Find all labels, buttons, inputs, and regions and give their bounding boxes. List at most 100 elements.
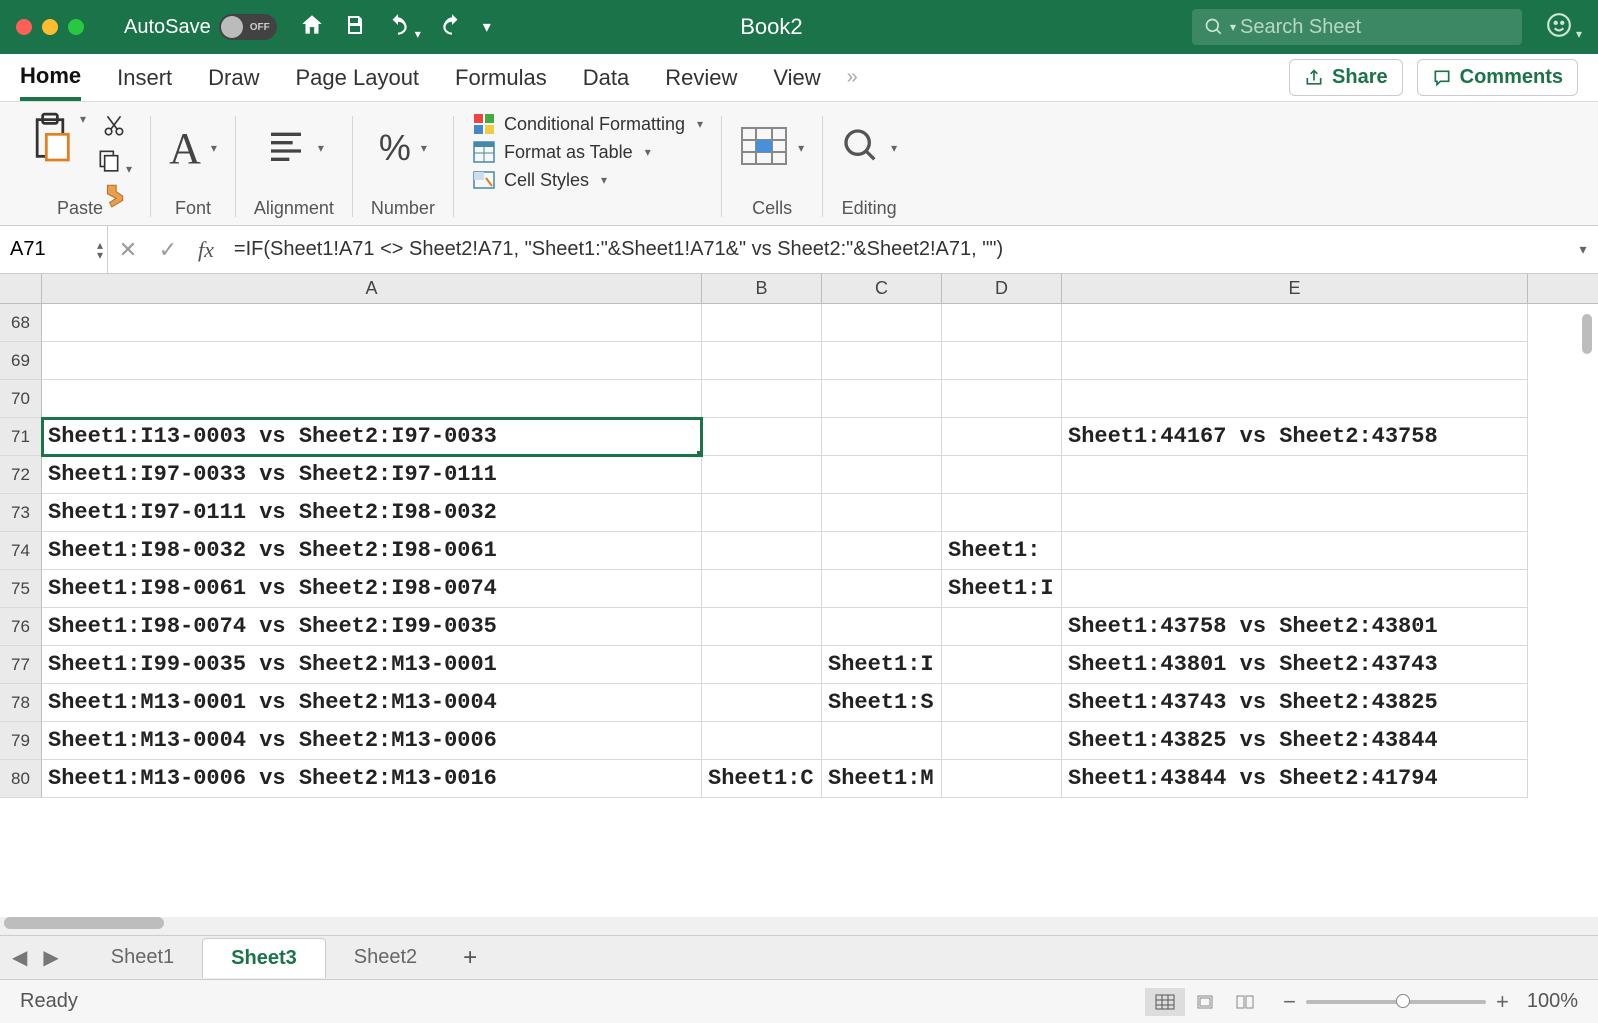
- sheet-tab-sheet2[interactable]: Sheet2: [326, 938, 445, 977]
- maximize-window-button[interactable]: [68, 19, 84, 35]
- row-header[interactable]: 69: [0, 342, 42, 380]
- cell-A71[interactable]: Sheet1:I13-0003 vs Sheet2:I97-0033: [42, 418, 702, 456]
- zoom-in-button[interactable]: +: [1496, 989, 1509, 1015]
- cell-A68[interactable]: [42, 304, 702, 342]
- cells-dropdown[interactable]: ▾: [798, 141, 804, 155]
- cell-B72[interactable]: [702, 456, 822, 494]
- tab-formulas[interactable]: Formulas: [455, 57, 547, 99]
- cell-E78[interactable]: Sheet1:43743 vs Sheet2:43825: [1062, 684, 1528, 722]
- col-header-D[interactable]: D: [942, 274, 1062, 303]
- add-sheet-button[interactable]: +: [445, 938, 495, 978]
- cell-E75[interactable]: [1062, 570, 1528, 608]
- cell-C78[interactable]: Sheet1:S: [822, 684, 942, 722]
- cell-A80[interactable]: Sheet1:M13-0006 vs Sheet2:M13-0016: [42, 760, 702, 798]
- cell-A69[interactable]: [42, 342, 702, 380]
- cell-E72[interactable]: [1062, 456, 1528, 494]
- formula-input[interactable]: =IF(Sheet1!A71 <> Sheet2!A71, "Sheet1:"&…: [224, 226, 1568, 273]
- cell-C80[interactable]: Sheet1:M: [822, 760, 942, 798]
- cell-D79[interactable]: [942, 722, 1062, 760]
- cell-A79[interactable]: Sheet1:M13-0004 vs Sheet2:M13-0006: [42, 722, 702, 760]
- editing-icon[interactable]: [841, 126, 881, 171]
- confirm-formula-button[interactable]: ✓: [148, 226, 188, 273]
- alignment-dropdown[interactable]: ▾: [318, 141, 324, 155]
- row-header[interactable]: 74: [0, 532, 42, 570]
- cell-E80[interactable]: Sheet1:43844 vs Sheet2:41794: [1062, 760, 1528, 798]
- col-header-B[interactable]: B: [702, 274, 822, 303]
- cell-A72[interactable]: Sheet1:I97-0033 vs Sheet2:I97-0111: [42, 456, 702, 494]
- cancel-formula-button[interactable]: ✕: [108, 226, 148, 273]
- tab-home[interactable]: Home: [20, 55, 81, 101]
- col-header-C[interactable]: C: [822, 274, 942, 303]
- cell-D80[interactable]: [942, 760, 1062, 798]
- row-header[interactable]: 78: [0, 684, 42, 722]
- tab-review[interactable]: Review: [665, 57, 737, 99]
- row-header[interactable]: 75: [0, 570, 42, 608]
- cell-C72[interactable]: [822, 456, 942, 494]
- row-header[interactable]: 71: [0, 418, 42, 456]
- cell-B74[interactable]: [702, 532, 822, 570]
- cell-D75[interactable]: Sheet1:I: [942, 570, 1062, 608]
- tab-view[interactable]: View: [773, 57, 820, 99]
- cell-C70[interactable]: [822, 380, 942, 418]
- page-break-view-button[interactable]: [1225, 988, 1265, 1016]
- cell-C74[interactable]: [822, 532, 942, 570]
- sheet-tab-sheet1[interactable]: Sheet1: [83, 938, 202, 977]
- conditional-formatting-button[interactable]: Conditional Formatting▾: [472, 112, 703, 136]
- expand-formula-bar[interactable]: ▾: [1568, 241, 1598, 258]
- cell-C73[interactable]: [822, 494, 942, 532]
- name-box-spinner[interactable]: ▴▾: [97, 240, 103, 260]
- select-all-corner[interactable]: [0, 274, 42, 303]
- cell-B78[interactable]: [702, 684, 822, 722]
- cell-B80[interactable]: Sheet1:C: [702, 760, 822, 798]
- cells-icon[interactable]: [740, 126, 788, 171]
- cell-A76[interactable]: Sheet1:I98-0074 vs Sheet2:I99-0035: [42, 608, 702, 646]
- cell-E69[interactable]: [1062, 342, 1528, 380]
- cell-E71[interactable]: Sheet1:44167 vs Sheet2:43758: [1062, 418, 1528, 456]
- row-header[interactable]: 68: [0, 304, 42, 342]
- cell-B75[interactable]: [702, 570, 822, 608]
- number-dropdown[interactable]: ▾: [421, 141, 427, 155]
- cell-B77[interactable]: [702, 646, 822, 684]
- cell-E79[interactable]: Sheet1:43825 vs Sheet2:43844: [1062, 722, 1528, 760]
- cell-D73[interactable]: [942, 494, 1062, 532]
- row-header[interactable]: 80: [0, 760, 42, 798]
- cell-A75[interactable]: Sheet1:I98-0061 vs Sheet2:I98-0074: [42, 570, 702, 608]
- cell-B71[interactable]: [702, 418, 822, 456]
- cell-B76[interactable]: [702, 608, 822, 646]
- zoom-slider[interactable]: [1306, 1000, 1486, 1004]
- close-window-button[interactable]: [16, 19, 32, 35]
- row-header[interactable]: 76: [0, 608, 42, 646]
- row-header[interactable]: 73: [0, 494, 42, 532]
- cell-A74[interactable]: Sheet1:I98-0032 vs Sheet2:I98-0061: [42, 532, 702, 570]
- user-account-icon[interactable]: ▾: [1546, 12, 1582, 43]
- cell-B73[interactable]: [702, 494, 822, 532]
- cell-C69[interactable]: [822, 342, 942, 380]
- cell-B79[interactable]: [702, 722, 822, 760]
- next-sheet-icon[interactable]: ▶: [43, 945, 58, 970]
- cell-A73[interactable]: Sheet1:I97-0111 vs Sheet2:I98-0032: [42, 494, 702, 532]
- row-header[interactable]: 70: [0, 380, 42, 418]
- number-icon[interactable]: %: [379, 127, 411, 169]
- cell-B70[interactable]: [702, 380, 822, 418]
- paste-icon[interactable]: [28, 112, 72, 164]
- cell-D70[interactable]: [942, 380, 1062, 418]
- name-box[interactable]: A71 ▴▾: [0, 226, 108, 273]
- cell-D72[interactable]: [942, 456, 1062, 494]
- cell-E73[interactable]: [1062, 494, 1528, 532]
- cell-C68[interactable]: [822, 304, 942, 342]
- tab-draw[interactable]: Draw: [208, 57, 259, 99]
- home-icon[interactable]: [299, 12, 325, 43]
- cell-D78[interactable]: [942, 684, 1062, 722]
- cut-icon[interactable]: [101, 112, 127, 143]
- minimize-window-button[interactable]: [42, 19, 58, 35]
- cell-B68[interactable]: [702, 304, 822, 342]
- paste-dropdown[interactable]: ▾: [80, 112, 86, 126]
- alignment-icon[interactable]: [264, 126, 308, 171]
- cell-E68[interactable]: [1062, 304, 1528, 342]
- cell-C75[interactable]: [822, 570, 942, 608]
- horizontal-scrollbar[interactable]: [0, 917, 1598, 935]
- fx-icon[interactable]: fx: [188, 237, 224, 263]
- sheet-tab-sheet3[interactable]: Sheet3: [202, 938, 326, 978]
- cell-C77[interactable]: Sheet1:I: [822, 646, 942, 684]
- format-as-table-button[interactable]: Format as Table▾: [472, 140, 703, 164]
